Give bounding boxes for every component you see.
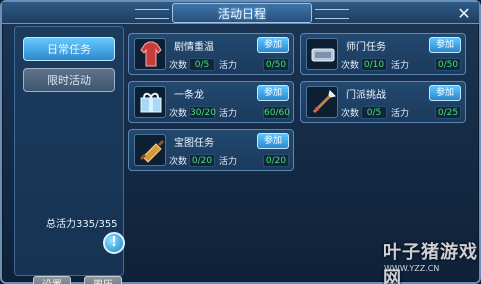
vitality-value: 0/50 xyxy=(263,58,289,71)
close-icon[interactable]: ✕ xyxy=(455,5,473,23)
count-label: 次数 xyxy=(169,61,188,71)
vitality-label: 活力 xyxy=(219,109,238,119)
activity-stats: 次数 0/5 活力 0/25 xyxy=(341,106,463,119)
robe-icon xyxy=(134,38,166,70)
vitality-label: 活力 xyxy=(219,157,238,167)
activity-card: 宝图任务 参加 次数 0/20 活力 0/20 xyxy=(128,129,294,171)
window-titlebar: 活动日程 ✕ xyxy=(2,2,479,24)
join-button[interactable]: 参加 xyxy=(257,85,289,101)
sidebar: 日常任务 限时活动 总活力335/355 ! 设置 周历 xyxy=(14,26,125,284)
activity-name: 师门任务 xyxy=(346,42,386,53)
activity-stats: 次数 0/20 活力 0/20 xyxy=(169,154,291,167)
count-value: 0/5 xyxy=(189,58,215,71)
treasure-map-icon xyxy=(134,134,166,166)
window-title: 活动日程 xyxy=(135,3,349,23)
gift-box-icon xyxy=(134,86,166,118)
vitality-label: 活力 xyxy=(219,61,238,71)
join-button[interactable]: 参加 xyxy=(429,85,461,101)
scroll-box-icon xyxy=(306,38,338,70)
count-value: 0/20 xyxy=(189,154,215,167)
vitality-label: 活力 xyxy=(391,109,410,119)
activity-window: 活动日程 ✕ 日常任务 限时活动 总活力335/355 ! 设置 周历 剧情重温… xyxy=(0,0,481,284)
activity-name: 一条龙 xyxy=(174,90,204,101)
vitality-value: 0/50 xyxy=(435,58,461,71)
activity-card: 师门任务 参加 次数 0/10 活力 0/50 xyxy=(300,33,466,75)
count-value: 0/5 xyxy=(361,106,387,119)
join-button[interactable]: 参加 xyxy=(257,133,289,149)
info-icon[interactable]: ! xyxy=(103,232,125,254)
vitality-value: 0/25 xyxy=(435,106,461,119)
settings-button[interactable]: 设置 xyxy=(33,276,71,284)
activity-name: 宝图任务 xyxy=(174,138,214,149)
watermark-logo: 叶子猪游戏网 xyxy=(383,242,478,284)
activity-stats: 次数 30/20 活力 60/60 xyxy=(169,106,291,119)
weekly-calendar-button[interactable]: 周历 xyxy=(84,276,122,284)
count-label: 次数 xyxy=(169,157,188,167)
count-value: 30/20 xyxy=(189,106,216,119)
tab-limited-events[interactable]: 限时活动 xyxy=(23,68,115,92)
activity-card: 门派挑战 参加 次数 0/5 活力 0/25 xyxy=(300,81,466,123)
join-button[interactable]: 参加 xyxy=(429,37,461,53)
count-value: 0/10 xyxy=(361,58,387,71)
count-label: 次数 xyxy=(341,109,360,119)
activity-name: 门派挑战 xyxy=(346,90,386,101)
count-label: 次数 xyxy=(169,109,188,119)
watermark-url: WWW.YZZ.CN xyxy=(384,264,440,273)
spear-icon xyxy=(306,86,338,118)
activity-stats: 次数 0/5 活力 0/50 xyxy=(169,58,291,71)
activity-stats: 次数 0/10 活力 0/50 xyxy=(341,58,463,71)
vitality-label: 活力 xyxy=(391,61,410,71)
activity-card: 一条龙 参加 次数 30/20 活力 60/60 xyxy=(128,81,294,123)
count-label: 次数 xyxy=(341,61,360,71)
vitality-value: 0/20 xyxy=(263,154,289,167)
total-vitality: 总活力335/355 xyxy=(46,219,118,230)
activity-card: 剧情重温 参加 次数 0/5 活力 0/50 xyxy=(128,33,294,75)
join-button[interactable]: 参加 xyxy=(257,37,289,53)
tab-daily-tasks[interactable]: 日常任务 xyxy=(23,37,115,61)
vitality-value: 60/60 xyxy=(263,106,290,119)
activity-name: 剧情重温 xyxy=(174,42,214,53)
